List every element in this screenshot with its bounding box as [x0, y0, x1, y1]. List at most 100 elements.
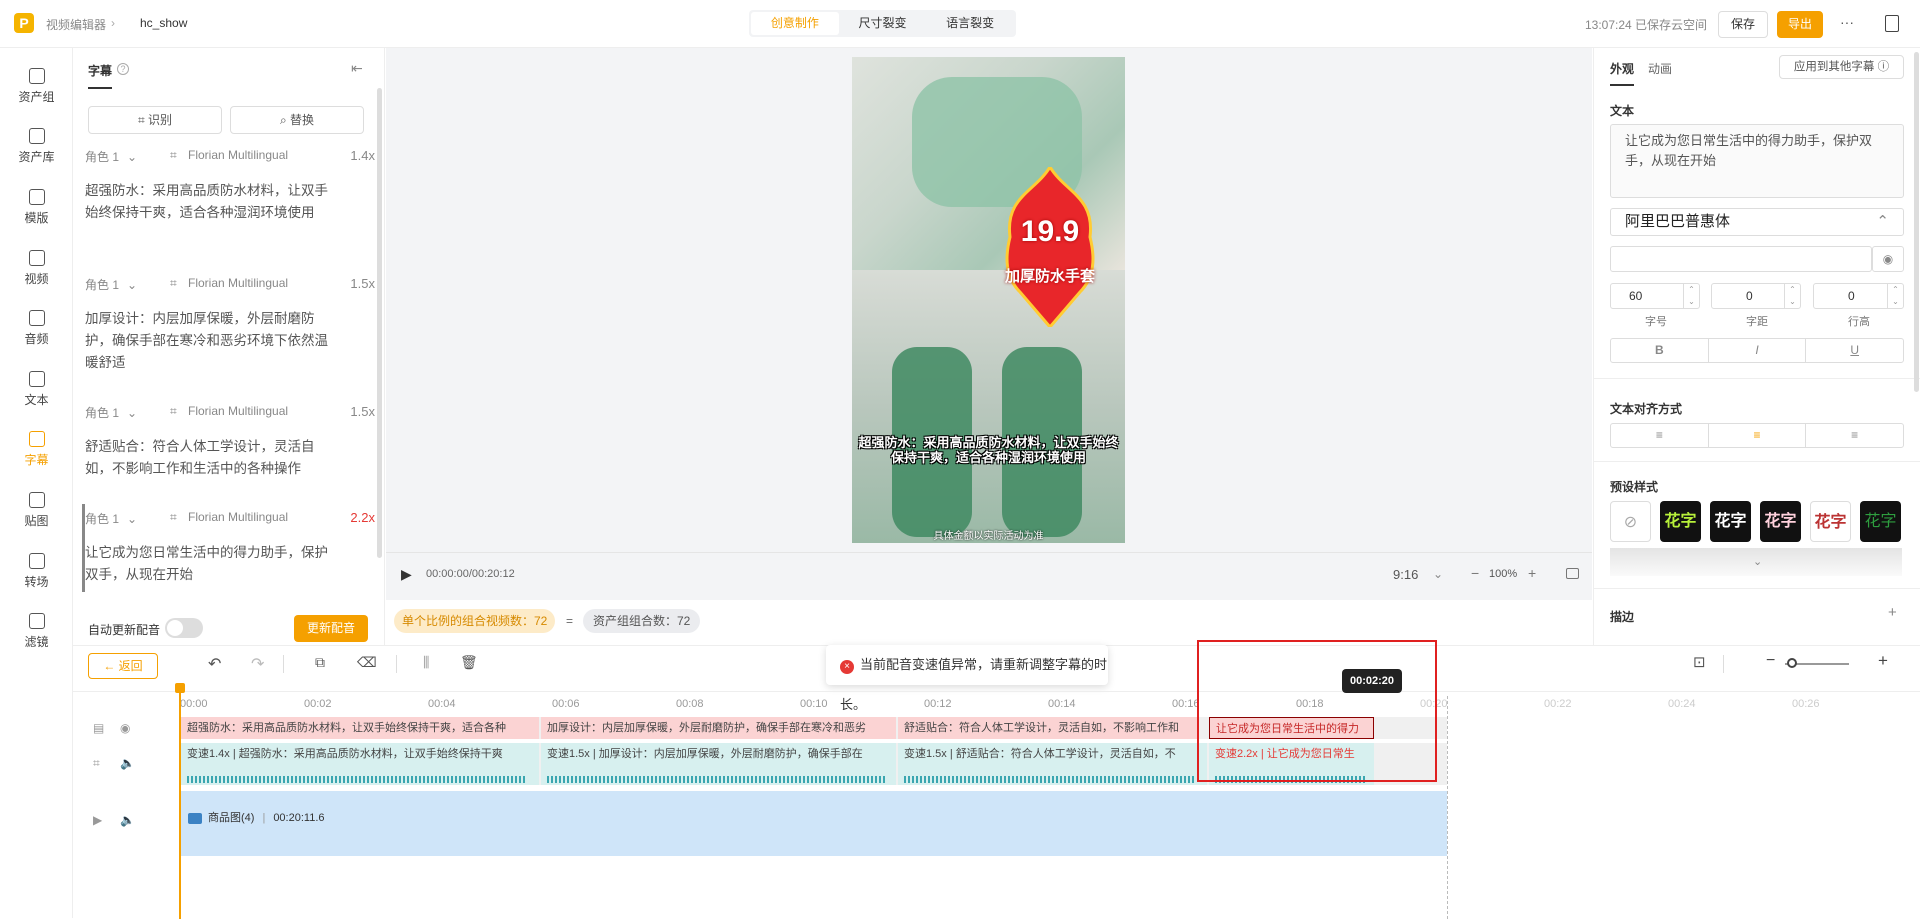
nav-asset-group[interactable]: 资产组 — [0, 60, 73, 116]
image-icon[interactable] — [1566, 568, 1579, 579]
audio-track-icon: ⌗ — [93, 756, 100, 770]
play-icon[interactable]: ▶ — [401, 566, 412, 583]
align-center-icon[interactable]: ≡ — [1709, 424, 1807, 447]
help-icon: ⓘ — [1877, 61, 1890, 73]
nav-sticker[interactable]: 贴图 — [0, 484, 73, 540]
zoom-out-icon[interactable]: − — [1471, 565, 1479, 581]
collapse-panel-icon[interactable]: ⇤ — [351, 60, 363, 77]
subtitle-text[interactable]: 加厚设计：内层加厚保暖，外层耐磨防护，确保手部在寒冷和恶劣环境下依然温暖舒适 — [85, 308, 335, 374]
time-ruler[interactable]: 00:00 00:02 00:04 00:06 00:08 00:10 00:1… — [73, 646, 1920, 716]
role-select[interactable]: 角色 1 — [85, 278, 119, 292]
audio-clip[interactable]: 变速1.4x | 超强防水：采用高品质防水材料，让双手始终保持干爽 — [181, 743, 539, 785]
subtitle-text-input[interactable]: 让它成为您日常生活中的得力助手，保护双手，从现在开始 — [1610, 124, 1904, 198]
subtitle-item[interactable]: 角色 1 ⌄ ⌗ Florian Multilingual 1.4x 超强防水：采用高品… — [85, 148, 375, 266]
preset-style-tile[interactable]: 花字 — [1710, 501, 1751, 542]
preset-style-tile[interactable]: 花字 — [1860, 501, 1901, 542]
preset-style-tile[interactable]: 花字 — [1660, 501, 1701, 542]
tab-appearance[interactable]: 外观 — [1610, 60, 1635, 86]
stepper-icon[interactable]: ⌃ ⌄ — [1887, 284, 1903, 308]
nav-audio[interactable]: 音频 — [0, 302, 73, 358]
subtitle-text[interactable]: 舒适贴合：符合人体工学设计，灵活自如，不影响工作和生活中的各种操作 — [85, 436, 335, 480]
align-right-icon[interactable]: ≡ — [1806, 424, 1903, 447]
ruler-label: 00:08 — [676, 698, 704, 710]
role-select[interactable]: 角色 1 — [85, 406, 119, 420]
playhead[interactable] — [179, 686, 181, 919]
breadcrumb-root[interactable]: 视频编辑器 — [46, 16, 106, 33]
save-button[interactable]: 保存 — [1718, 11, 1768, 38]
tab-language-fission[interactable]: 语言裂变 — [926, 12, 1014, 35]
update-dub-button[interactable]: 更新配音 — [294, 615, 368, 642]
subtitle-clip[interactable]: 超强防水：采用高品质防水材料，让双手始终保持干爽，适合各种 — [181, 717, 539, 739]
stepper-icon[interactable]: ⌃ ⌄ — [1683, 284, 1699, 308]
scrollbar[interactable] — [377, 88, 382, 558]
caption-overlay[interactable]: 超强防水：采用高品质防水材料，让双手始终保持干爽，适合各种湿润环境使用 — [852, 435, 1125, 465]
apply-to-others-button[interactable]: 应用到其他字幕 ⓘ — [1779, 55, 1904, 79]
chevron-down-icon[interactable]: ⌄ — [1433, 567, 1443, 581]
audio-clip[interactable]: 变速1.5x | 加厚设计：内层加厚保暖，外层耐磨防护，确保手部在 — [541, 743, 896, 785]
voice-name[interactable]: Florian Multilingual — [188, 148, 288, 162]
font-size-input[interactable]: 60 ⌃ ⌄ — [1610, 283, 1700, 309]
auto-dub-toggle[interactable] — [165, 618, 203, 638]
add-stroke-icon[interactable]: + — [1888, 604, 1897, 621]
eyedropper-icon[interactable]: ◉ — [1872, 246, 1904, 272]
replace-button[interactable]: ⌕ 替换 — [230, 106, 364, 134]
voice-name[interactable]: Florian Multilingual — [188, 276, 288, 290]
subtitle-clip[interactable]: 加厚设计：内层加厚保暖，外层耐磨防护，确保手部在寒冷和恶劣 — [541, 717, 896, 739]
no-style-icon[interactable]: ⊘ — [1610, 501, 1651, 542]
export-button[interactable]: 导出 — [1777, 11, 1823, 38]
nav-asset-library[interactable]: 资产库 — [0, 120, 73, 176]
tab-animation[interactable]: 动画 — [1648, 60, 1672, 77]
font-select[interactable]: 阿里巴巴普惠体 ⌃ — [1610, 208, 1904, 236]
scrollbar[interactable] — [1914, 52, 1919, 392]
align-left-icon[interactable]: ≡ — [1611, 424, 1709, 447]
clipboard-icon[interactable] — [1885, 15, 1899, 32]
subtitle-tab[interactable]: 字幕 — [88, 62, 113, 89]
app-logo[interactable]: P — [14, 13, 34, 33]
more-icon[interactable]: ··· — [1840, 14, 1854, 30]
nav-transition[interactable]: 转场 — [0, 545, 73, 601]
ratio-select[interactable]: 9:16 — [1393, 567, 1418, 582]
subtitle-item[interactable]: 角色 1 ⌄ ⌗ Florian Multilingual 1.5x 加厚设计：内层加厚… — [85, 276, 375, 394]
preset-style-tile[interactable]: 花字 — [1760, 501, 1801, 542]
line-height-input[interactable]: 0 ⌃ ⌄ — [1813, 283, 1904, 309]
subtitle-clip[interactable]: 舒适贴合：符合人体工学设计，灵活自如，不影响工作和 — [898, 717, 1198, 739]
italic-button[interactable]: I — [1709, 339, 1807, 362]
divider — [1594, 378, 1920, 379]
bold-button[interactable]: B — [1611, 339, 1709, 362]
stepper-icon[interactable]: ⌃ ⌄ — [1784, 284, 1800, 308]
voice-name[interactable]: Florian Multilingual — [188, 404, 288, 418]
letter-spacing-input[interactable]: 0 ⌃ ⌄ — [1711, 283, 1801, 309]
nav-subtitle[interactable]: 字幕 — [0, 423, 73, 479]
video-clip[interactable]: 商品图(4) | 00:20:11.6 — [180, 791, 1447, 856]
video-canvas[interactable]: 19.9 加厚防水手套 超强防水：采用高品质防水材料，让双手始终保持干爽，适合各… — [852, 57, 1125, 543]
playhead-handle[interactable] — [175, 683, 185, 693]
ruler-label: 00:16 — [1172, 698, 1200, 710]
underline-button[interactable]: U — [1806, 339, 1903, 362]
volume-icon[interactable]: 🔈 — [120, 813, 135, 827]
zoom-in-icon[interactable]: + — [1528, 565, 1536, 581]
nav-template[interactable]: 模版 — [0, 181, 73, 237]
tab-creative[interactable]: 创意制作 — [751, 12, 839, 35]
tab-size-fission[interactable]: 尺寸裂变 — [839, 12, 927, 35]
video-track-icon: ▶ — [93, 813, 103, 827]
audio-clip[interactable]: 变速1.5x | 舒适贴合：符合人体工学设计，灵活自如，不 — [898, 743, 1207, 785]
voice-name[interactable]: Florian Multilingual — [188, 510, 288, 524]
text-style-group: B I U — [1610, 338, 1904, 363]
subtitle-text[interactable]: 让它成为您日常生活中的得力助手，保护双手，从现在开始 — [85, 542, 335, 586]
recognize-button[interactable]: ⌗ 识别 — [88, 106, 222, 134]
preset-style-tile[interactable]: 花字 — [1810, 501, 1851, 542]
role-select[interactable]: 角色 1 — [85, 512, 119, 526]
role-select[interactable]: 角色 1 — [85, 150, 119, 164]
subtitle-item-active[interactable]: 角色 1 ⌄ ⌗ Florian Multilingual 2.2x 让它成为您日常生活… — [85, 510, 375, 606]
volume-icon[interactable]: 🔈 — [120, 756, 135, 770]
nav-video[interactable]: 视频 — [0, 242, 73, 298]
nav-filter[interactable]: 滤镜 — [0, 605, 73, 661]
subtitle-text[interactable]: 超强防水：采用高品质防水材料，让双手始终保持干爽，适合各种湿润环境使用 — [85, 180, 335, 224]
color-input[interactable] — [1610, 246, 1872, 272]
letter-spacing-label: 字距 — [1746, 316, 1768, 328]
nav-text[interactable]: 文本 — [0, 363, 73, 419]
subtitle-item[interactable]: 角色 1 ⌄ ⌗ Florian Multilingual 1.5x 舒适贴合：符合人体… — [85, 404, 375, 500]
help-icon[interactable]: ? — [117, 63, 129, 75]
chevron-down-icon[interactable]: ⌄ — [1753, 555, 1762, 568]
eye-icon[interactable]: ◉ — [120, 721, 130, 735]
